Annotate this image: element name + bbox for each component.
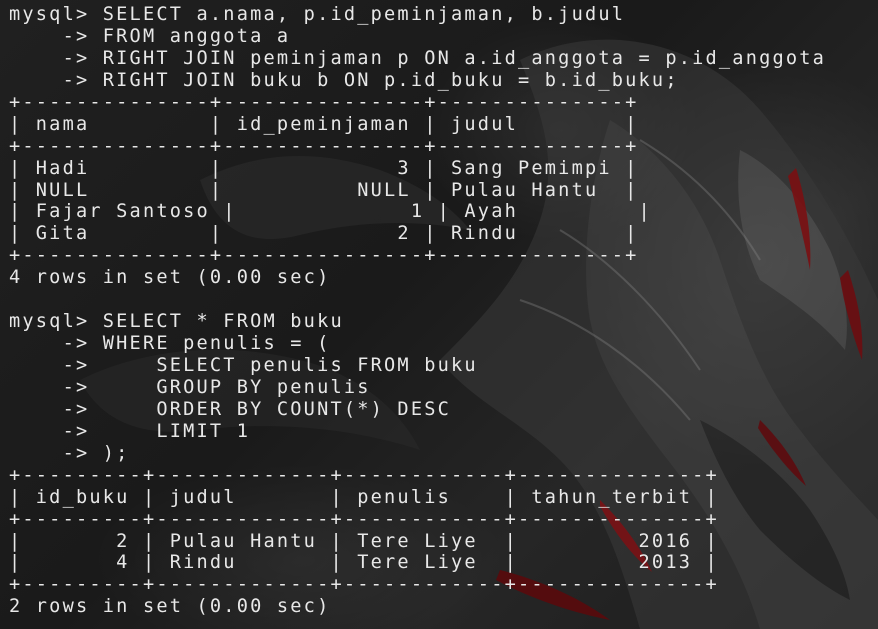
table-border: +---------+-------------+------------+--… [9,574,719,596]
terminal-line: mysql> SELECT a.nama, p.id_peminjaman, b… [9,4,626,25]
terminal-line: -> ); [9,442,130,464]
table-border: +--------------+---------------+--------… [9,135,639,157]
result-summary: 4 rows in set (0.00 sec) [9,267,331,289]
table-row: | 2 | Pulau Hantu | Tere Liye | 2016 | [9,530,719,552]
terminal-output[interactable]: mysql> SELECT a.nama, p.id_peminjaman, b… [9,4,826,618]
table-row: | NULL | NULL | Pulau Hantu | [9,179,639,201]
terminal-window[interactable]: mysql> SELECT a.nama, p.id_peminjaman, b… [0,0,878,629]
terminal-line: -> LIMIT 1 [9,420,251,442]
table-header: | id_buku | judul | penulis | tahun_terb… [9,486,719,508]
terminal-line: -> WHERE penulis = ( [9,333,331,355]
table-border: +---------+-------------+------------+--… [9,508,719,530]
table-row: | Gita | 2 | Rindu | [9,223,639,245]
terminal-line: -> ORDER BY COUNT(*) DESC [9,398,452,420]
terminal-line: -> SELECT penulis FROM buku [9,355,478,376]
table-row: | Hadi | 3 | Sang Pemimpi | [9,157,639,179]
table-border: +--------------+---------------+--------… [9,91,639,113]
terminal-line: -> RIGHT JOIN buku b ON p.id_buku = b.id… [9,69,679,91]
table-row: | Fajar Santoso | 1 | Ayah | [9,201,652,223]
terminal-line: mysql> SELECT * FROM buku [9,311,344,333]
terminal-line: -> FROM anggota a [9,25,291,47]
terminal-line: -> GROUP BY penulis [9,376,371,398]
terminal-line: -> RIGHT JOIN peminjaman p ON a.id_anggo… [9,47,827,69]
table-border: +---------+-------------+------------+--… [9,464,719,486]
result-summary: 2 rows in set (0.00 sec) [9,596,331,618]
table-header: | nama | id_peminjaman | judul | [9,113,639,135]
table-row: | 4 | Rindu | Tere Liye | 2013 | [9,552,719,574]
table-border: +--------------+---------------+--------… [9,245,639,267]
